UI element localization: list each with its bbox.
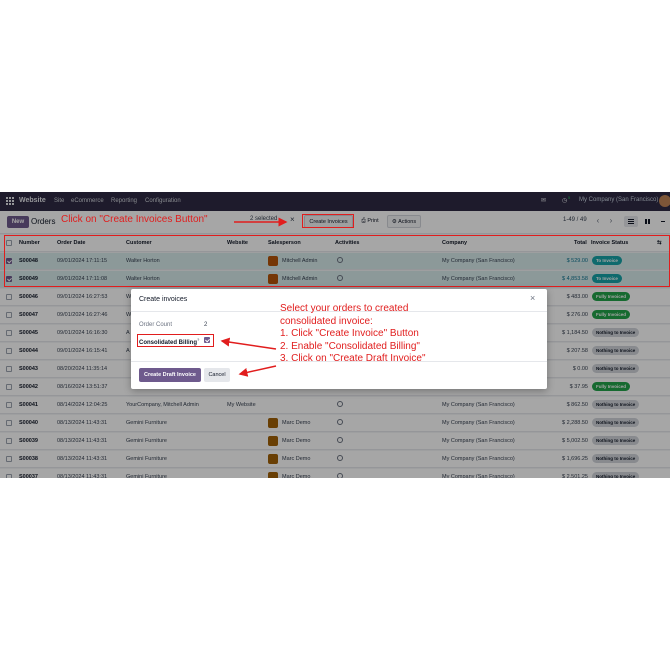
- instruction-line: 2. Enable "Consolidated Billing": [280, 340, 420, 352]
- highlight-consolidated-billing: [137, 334, 214, 347]
- annotation-instructions: Select your orders to created consolidat…: [280, 303, 426, 366]
- close-icon[interactable]: ×: [530, 293, 535, 303]
- dialog-title: Create invoices: [139, 296, 188, 303]
- create-draft-invoice-button[interactable]: Create Draft Invoice: [139, 368, 201, 382]
- instruction-line: Select your orders to created: [280, 303, 409, 314]
- annotation-step-top: Click on "Create Invoices Button": [61, 214, 208, 225]
- instruction-line: 3. Click on "Create Draft Invoice": [280, 353, 426, 364]
- instruction-line: consolidated invoice:: [280, 315, 373, 327]
- highlight-create-invoices: [302, 214, 354, 228]
- instruction-line: 1. Click "Create Invoice" Button: [280, 328, 419, 339]
- highlight-selected-rows: [4, 235, 670, 287]
- order-count-value: 2: [204, 322, 208, 328]
- cancel-button[interactable]: Cancel: [204, 368, 230, 382]
- order-count-label: Order Count: [139, 322, 173, 328]
